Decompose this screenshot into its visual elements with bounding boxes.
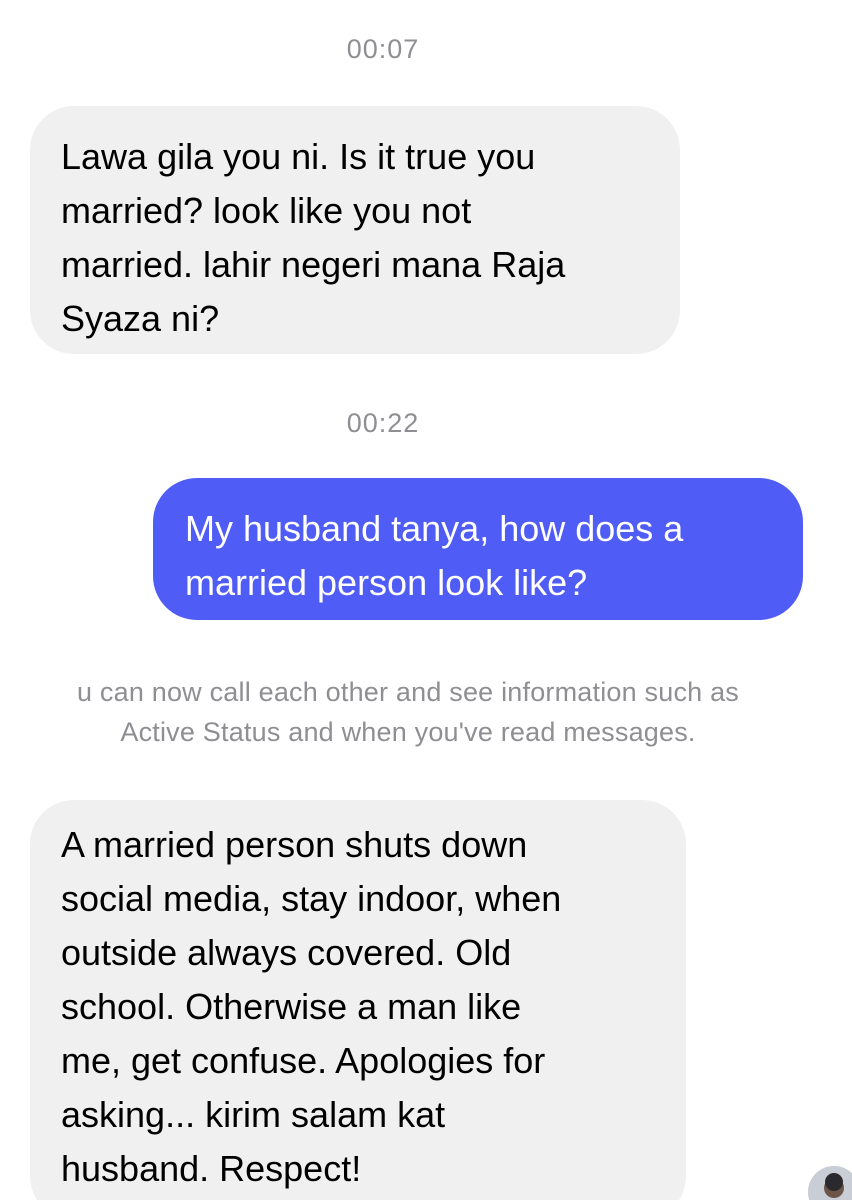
outgoing-message-bubble[interactable]: My husband tanya, how does a married per… bbox=[153, 478, 803, 620]
message-timestamp: 00:22 bbox=[346, 408, 420, 438]
avatar[interactable] bbox=[808, 1166, 852, 1200]
message-timestamp: 00:07 bbox=[346, 34, 420, 64]
incoming-message-bubble[interactable]: Lawa gila you ni. Is it true you married… bbox=[30, 106, 680, 354]
avatar-icon bbox=[808, 1166, 852, 1200]
incoming-message-bubble[interactable]: A married person shuts down social media… bbox=[30, 800, 686, 1200]
system-notice: u can now call each other and see inform… bbox=[77, 677, 739, 747]
